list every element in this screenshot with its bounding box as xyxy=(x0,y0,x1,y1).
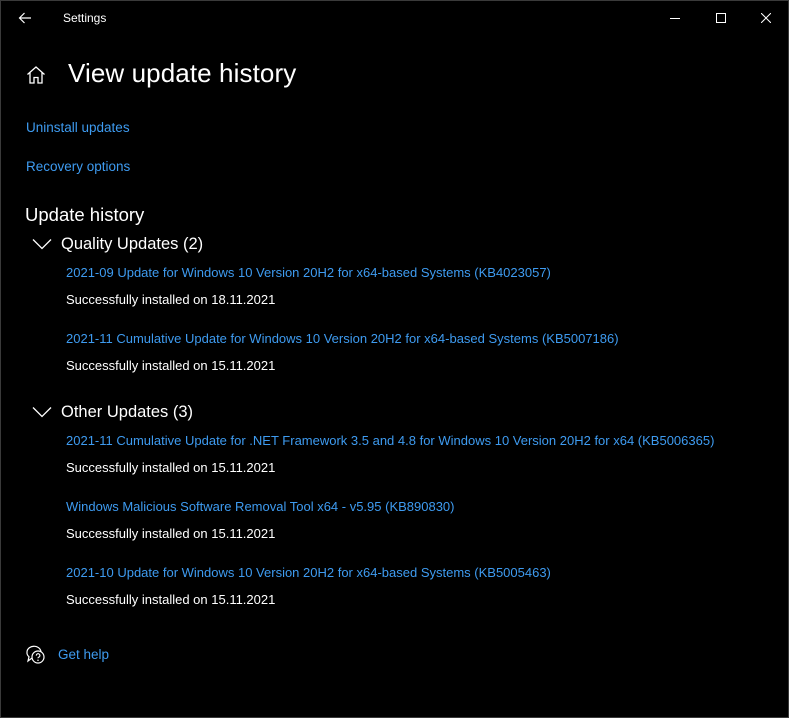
settings-window: Settings View update history Uninstall u… xyxy=(0,0,789,718)
back-button[interactable] xyxy=(7,3,43,33)
minimize-button[interactable] xyxy=(652,1,698,35)
window-title: Settings xyxy=(63,11,107,25)
update-link-kb5005463[interactable]: 2021-10 Update for Windows 10 Version 20… xyxy=(66,565,551,580)
update-status: Successfully installed on 18.11.2021 xyxy=(66,292,276,307)
update-link-kb4023057[interactable]: 2021-09 Update for Windows 10 Version 20… xyxy=(66,265,551,280)
maximize-icon xyxy=(716,13,726,23)
get-help[interactable]: Get help xyxy=(24,643,109,665)
update-link-kb5007186[interactable]: 2021-11 Cumulative Update for Windows 10… xyxy=(66,331,619,346)
group-header-other-updates[interactable]: Other Updates (3) xyxy=(31,399,193,425)
chevron-down-icon xyxy=(31,405,53,419)
group-label: Quality Updates (2) xyxy=(61,234,204,253)
update-status: Successfully installed on 15.11.2021 xyxy=(66,592,276,607)
update-status: Successfully installed on 15.11.2021 xyxy=(66,526,276,541)
home-icon[interactable] xyxy=(25,64,47,86)
help-chat-icon xyxy=(26,645,45,664)
update-status: Successfully installed on 15.11.2021 xyxy=(66,460,276,475)
group-header-quality-updates[interactable]: Quality Updates (2) xyxy=(31,231,203,257)
close-icon xyxy=(761,13,771,23)
title-bar: Settings xyxy=(1,1,788,35)
back-arrow-icon xyxy=(18,12,31,24)
minimize-icon xyxy=(670,18,680,19)
group-label: Other Updates (3) xyxy=(61,402,194,421)
uninstall-updates-link[interactable]: Uninstall updates xyxy=(26,120,130,135)
chevron-down-icon xyxy=(31,237,53,251)
update-link-kb890830[interactable]: Windows Malicious Software Removal Tool … xyxy=(66,499,455,514)
update-status: Successfully installed on 15.11.2021 xyxy=(66,358,276,373)
get-help-link[interactable]: Get help xyxy=(58,647,109,662)
section-title-update-history: Update history xyxy=(25,204,145,225)
page-title: View update history xyxy=(68,58,297,88)
update-link-kb5006365[interactable]: 2021-11 Cumulative Update for .NET Frame… xyxy=(66,433,714,448)
close-button[interactable] xyxy=(743,1,788,35)
recovery-options-link[interactable]: Recovery options xyxy=(26,159,130,174)
maximize-button[interactable] xyxy=(698,1,744,35)
